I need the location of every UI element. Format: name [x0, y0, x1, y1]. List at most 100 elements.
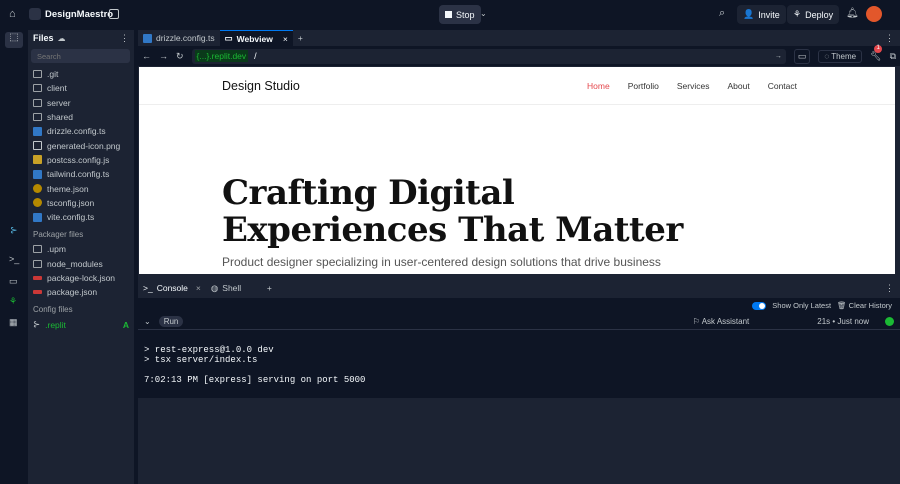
file-item[interactable]: .git [28, 67, 134, 81]
nav-link-portfolio[interactable]: Portfolio [628, 81, 659, 91]
tab-webview[interactable]: ▭ Webview × [219, 30, 293, 46]
go-icon[interactable]: → [775, 53, 782, 60]
cloud-icon: ☁ [57, 33, 66, 43]
file-item[interactable]: package-lock.json [28, 271, 134, 285]
tab-shell[interactable]: ◍ Shell [206, 280, 262, 296]
user-plus-icon: 👤 [743, 9, 755, 19]
shell-icon: ◍ [210, 282, 219, 293]
file-name: node_modules [47, 258, 103, 269]
console-line: 7:02:13 PM [express] serving on port 500… [144, 375, 366, 385]
console-line: > rest-express@1.0.0 dev [144, 345, 274, 355]
file-item[interactable]: vite.config.ts [28, 210, 134, 224]
icon-rail: ⬚ ⊱ >_ ▭ ⚘ ▦ [0, 30, 28, 484]
file-item[interactable]: node_modules [28, 257, 134, 271]
show-latest-toggle[interactable] [752, 301, 767, 310]
url-path: / [254, 51, 257, 61]
file-item[interactable]: .upm [28, 242, 134, 256]
tab-console[interactable]: >_ Console × [138, 280, 206, 296]
console-output: > rest-express@1.0.0 dev > tsx server/ind… [138, 330, 900, 400]
webview-icon[interactable]: ▭ [9, 276, 18, 287]
close-icon[interactable]: × [196, 283, 201, 293]
user-avatar[interactable] [866, 6, 882, 22]
new-tab-button[interactable]: + [293, 30, 308, 46]
devices-icon[interactable]: ▭ [793, 48, 811, 64]
more-icon[interactable]: ⋮ [885, 33, 894, 46]
file-item[interactable]: theme.json [28, 181, 134, 195]
ask-assistant-label: Ask Assistant [701, 316, 750, 326]
explorer-icon[interactable]: ⬚ [5, 32, 23, 48]
files-search-input[interactable] [31, 49, 130, 63]
console-icon[interactable]: >_ [9, 254, 19, 264]
folder-icon [33, 113, 42, 122]
packager-files-heading: Packager files [33, 230, 84, 240]
webview-frame[interactable]: Design Studio Home Portfolio Services About… [139, 67, 895, 274]
site-brand[interactable]: Design Studio [222, 79, 300, 93]
forward-icon[interactable]: → [159, 51, 168, 61]
more-icon[interactable]: ⋮ [885, 283, 894, 294]
tab-drizzle-config[interactable]: drizzle.config.ts [138, 30, 220, 46]
project-avatar [29, 8, 41, 20]
notification-badge: 1 [874, 44, 883, 53]
hero-heading: Crafting Digital Experiences That Matter [222, 175, 683, 249]
nav-link-home[interactable]: Home [587, 81, 610, 91]
stop-button[interactable]: Stop [439, 5, 481, 24]
file-item[interactable]: drizzle.config.ts [28, 124, 134, 138]
devtools-icon[interactable]: 🔧︎ 1 [870, 44, 883, 62]
file-item[interactable]: generated-icon.png [28, 138, 134, 152]
clear-history-label: Clear History [848, 301, 892, 310]
run-row: ⌄ Run ⚐ Ask Assistant 21s • Just now [138, 313, 900, 330]
file-name: tsconfig.json [47, 197, 95, 208]
folder-icon [33, 70, 42, 79]
run-label[interactable]: Run [158, 315, 184, 327]
nav-link-contact[interactable]: Contact [768, 81, 797, 91]
editor-tabs: drizzle.config.ts ▭ Webview × + ⋮ [138, 30, 900, 46]
file-item[interactable]: postcss.config.js [28, 153, 134, 167]
url-input[interactable]: {...}.replit.dev / → [191, 48, 786, 64]
nav-link-services[interactable]: Services [677, 81, 710, 91]
chevron-down-icon[interactable]: ⌄ [144, 317, 151, 326]
tab-label: Webview [236, 33, 273, 44]
invite-button[interactable]: 👤 Invite [737, 5, 786, 24]
new-tab-button[interactable]: + [262, 280, 277, 296]
site-nav: Home Portfolio Services About Contact [569, 81, 797, 91]
app-name[interactable]: DesignMaestro [45, 9, 113, 20]
file-name: .upm [47, 244, 66, 255]
ts-icon [33, 169, 42, 179]
file-name: .git [47, 69, 59, 80]
packager-icon[interactable]: ⊱ [10, 225, 18, 236]
npm-icon [33, 290, 42, 295]
file-item[interactable]: client [28, 81, 134, 95]
reload-icon[interactable]: ↻ [176, 51, 184, 62]
file-item[interactable]: tsconfig.json [28, 196, 134, 210]
bell-icon[interactable]: 🔔︎ [846, 8, 859, 19]
home-icon[interactable]: ⌂ [9, 8, 16, 20]
theme-button[interactable]: ◌ Theme [818, 49, 863, 63]
more-icon[interactable]: ⋮ [120, 33, 129, 44]
file-name: client [47, 83, 67, 94]
deploy-rail-icon[interactable]: ⚘ [9, 296, 17, 307]
file-name: theme.json [47, 183, 89, 194]
search-icon[interactable]: ⌕ [719, 7, 725, 20]
close-icon[interactable]: × [283, 34, 288, 44]
url-host: {...}.replit.dev [194, 50, 249, 62]
file-item[interactable]: tailwind.config.ts [28, 167, 134, 181]
ts-icon [33, 126, 42, 136]
monitor-icon: ▭ [224, 33, 233, 43]
project-settings-icon[interactable] [109, 9, 119, 19]
file-name: package.json [47, 287, 98, 298]
tab-label: Shell [222, 283, 242, 293]
open-external-icon[interactable]: ⧉ [890, 51, 896, 62]
nav-link-about[interactable]: About [727, 81, 749, 91]
invite-label: Invite [758, 9, 780, 20]
all-tools-icon[interactable]: ▦ [9, 317, 18, 328]
clear-history-button[interactable]: 🗑︎ Clear History [837, 301, 892, 310]
file-item[interactable]: shared [28, 110, 134, 124]
ask-assistant-button[interactable]: ⚐ Ask Assistant [693, 317, 750, 326]
file-item[interactable]: server [28, 96, 134, 110]
files-panel: Files ☁ ⋮ .git client server shared drizzle.… [28, 30, 134, 484]
file-item[interactable]: package.json [28, 285, 134, 299]
file-item-replit[interactable]: ⊱ .replit A [28, 317, 134, 331]
chevron-down-icon[interactable]: ⌄ [480, 9, 487, 18]
deploy-button[interactable]: ⚘ Deploy [787, 5, 840, 24]
back-icon[interactable]: ← [142, 51, 151, 61]
